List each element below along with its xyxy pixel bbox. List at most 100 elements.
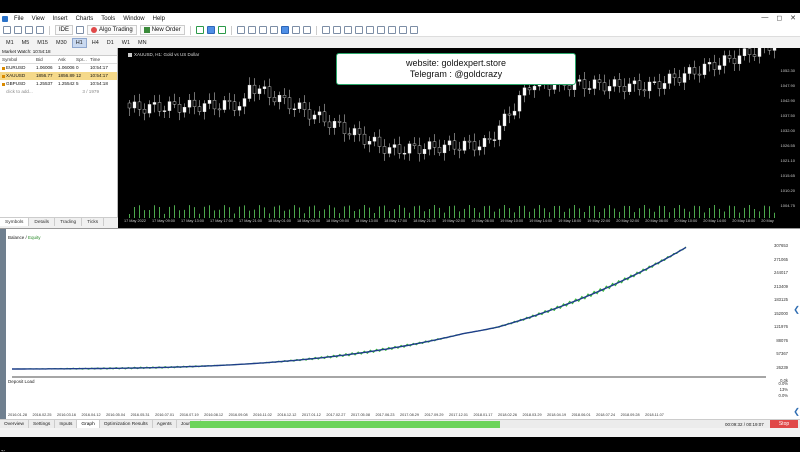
price-tick-label: 1032.00 (780, 128, 795, 133)
candle-body (307, 109, 312, 120)
tab-ticks[interactable]: Ticks (82, 218, 105, 226)
vertical-line-icon[interactable] (343, 26, 352, 34)
candle-body (127, 102, 132, 109)
line-chart-icon[interactable] (217, 26, 226, 34)
timeframe-m5[interactable]: M5 (19, 39, 33, 47)
candle-body (242, 98, 247, 107)
text-tool-icon[interactable] (398, 26, 407, 34)
date-tick-label: 2017.02.27 (326, 413, 346, 417)
algo-trading-button[interactable]: Algo Trading (87, 25, 137, 35)
deposit-tick-label: 0.0% (778, 381, 788, 386)
menu-tools[interactable]: Tools (101, 16, 115, 22)
add-symbol-label: click to add... (6, 89, 33, 94)
timeframe-mn[interactable]: MN (135, 39, 150, 47)
candle-body (232, 101, 237, 111)
candle-body (272, 97, 277, 103)
balance-tick-label: 26239 (776, 364, 788, 370)
price-chart[interactable]: XAUUSD, H1: Gold vs US Dollar website: g… (118, 48, 800, 228)
toolbar: IDE Algo Trading New Order (0, 24, 800, 37)
candle-body (702, 63, 707, 75)
column-time[interactable]: Time (90, 56, 116, 64)
indicators-icon[interactable] (291, 26, 300, 34)
symbol-row-eurusd[interactable]: EURUSD 1.06006 1.06006 0 10:54:17 (0, 64, 117, 72)
trendline-icon[interactable] (365, 26, 374, 34)
cursor-icon[interactable] (321, 26, 330, 34)
menu-charts[interactable]: Charts (76, 16, 94, 22)
new-chart-icon[interactable] (3, 26, 11, 34)
horizontal-line-icon[interactable] (354, 26, 363, 34)
menu-insert[interactable]: Insert (53, 16, 68, 22)
menu-file[interactable]: File (14, 16, 24, 22)
candle-body (462, 140, 467, 151)
candle-body (677, 77, 682, 83)
grid-icon[interactable] (258, 26, 267, 34)
strategy-tester-icon[interactable] (76, 26, 85, 34)
tab-details[interactable]: Details (29, 218, 56, 226)
symbol-row-xauusd[interactable]: XAUUSD 1856.77 1856.89 12 10:54:17 (0, 72, 117, 80)
candle-body (167, 101, 172, 111)
candle-body (282, 95, 287, 98)
symbol-row-gbpusd[interactable]: GBPUSD 1.25537 1.25542 5 10:54:18 (0, 80, 117, 88)
menu-window[interactable]: Window (123, 16, 144, 22)
menu-help[interactable]: Help (153, 16, 165, 22)
timeframe-d1[interactable]: D1 (104, 39, 117, 47)
column-ask[interactable]: Ask (58, 56, 76, 64)
channel-icon[interactable] (376, 26, 385, 34)
maximize-icon[interactable]: ◻ (776, 14, 782, 22)
fibonacci-icon[interactable] (387, 26, 396, 34)
minimize-icon[interactable]: — (761, 14, 768, 22)
timeframe-m1[interactable]: M1 (3, 39, 17, 47)
symbol-count: 3 / 1979 (82, 89, 99, 94)
menu-view[interactable]: View (32, 16, 45, 22)
candle-body (632, 80, 637, 85)
close-icon[interactable]: ✕ (790, 14, 796, 22)
column-bid[interactable]: Bid (36, 56, 58, 64)
market-watch-icon[interactable] (25, 26, 33, 34)
candle-body (422, 149, 427, 154)
date-tick-label: 2018.03.29 (522, 413, 542, 417)
algo-status-icon (91, 27, 98, 33)
ide-button[interactable]: IDE (55, 25, 74, 35)
date-tick-label: 2016.05.31 (130, 413, 150, 417)
autoscroll-icon[interactable] (269, 26, 278, 34)
time-tick-label: 20 May 14:00 (703, 219, 727, 223)
column-symbol[interactable]: Symbol (2, 56, 36, 64)
timeframe-h4[interactable]: H4 (89, 39, 102, 47)
time-tick-label: 17 May 13:00 (180, 219, 204, 223)
add-symbol-row[interactable]: click to add... 3 / 1979 (0, 88, 117, 96)
spread-cell: 12 (76, 73, 82, 78)
time-cell: 10:54:18 (90, 81, 108, 86)
timeframe-m15[interactable]: M15 (34, 39, 51, 47)
zoom-out-icon[interactable] (247, 26, 256, 34)
tab-trading[interactable]: Trading (55, 218, 83, 226)
candlestick-chart-icon[interactable] (206, 26, 215, 34)
metatrader-window: File View Insert Charts Tools Window Hel… (0, 0, 800, 452)
scroll-right-icon[interactable]: ❮ (793, 407, 800, 416)
candle-body (642, 89, 647, 92)
column-spread[interactable]: Spr... (76, 56, 90, 64)
profiles-icon[interactable] (14, 26, 22, 34)
deposit-load-label: Deposit Load (8, 379, 35, 384)
shapes-icon[interactable] (409, 26, 418, 34)
candle-body (317, 111, 322, 116)
timeframe-m30[interactable]: M30 (53, 39, 70, 47)
date-tick-label: 2018.04.19 (547, 413, 567, 417)
crosshair-icon[interactable] (332, 26, 341, 34)
timeframe-h1[interactable]: H1 (71, 37, 87, 48)
bar-chart-icon[interactable] (195, 26, 204, 34)
candle-body (697, 73, 702, 76)
timeframe-w1[interactable]: W1 (119, 39, 133, 47)
balance-tick-label: 57367 (776, 351, 788, 356)
candle-body (487, 138, 492, 141)
deposit-tick-label: 0.0% (778, 393, 788, 398)
new-order-button[interactable]: New Order (139, 25, 185, 35)
templates-icon[interactable] (302, 26, 311, 34)
scroll-right-icon[interactable]: ❮ (793, 305, 800, 314)
candle-body (252, 84, 257, 94)
tab-symbols[interactable]: Symbols (0, 218, 30, 226)
menu-bar: File View Insert Charts Tools Window Hel… (0, 13, 800, 24)
chart-shift-icon[interactable] (280, 26, 289, 34)
zoom-in-icon[interactable] (236, 26, 245, 34)
candle-body (437, 147, 442, 154)
navigator-icon[interactable] (36, 26, 44, 34)
